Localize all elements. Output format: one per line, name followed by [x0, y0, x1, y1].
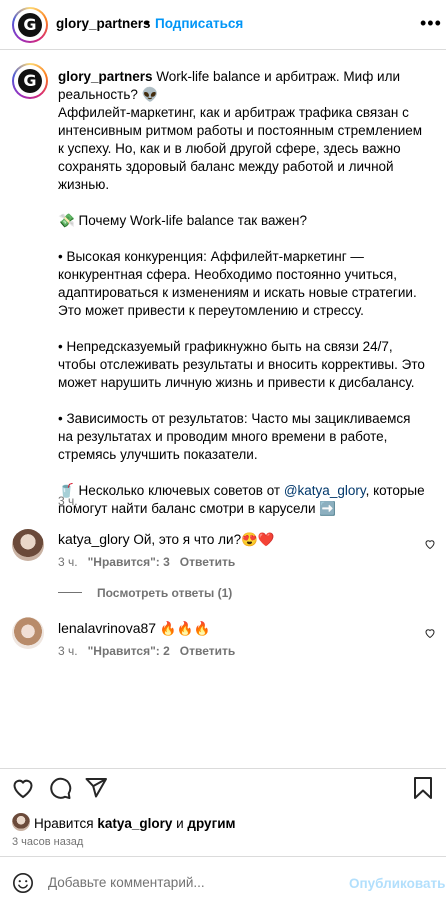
caption-avatar[interactable]: G — [12, 63, 48, 99]
comment-like-icon[interactable] — [424, 538, 436, 550]
actions-divider — [0, 768, 446, 769]
posted-time: 3 часов назад — [12, 836, 84, 848]
comment-meta: 3 ч. "Нравится": 2 Ответить — [58, 644, 245, 658]
commenter-avatar[interactable] — [10, 527, 46, 563]
comment-text: Ой, это я что ли?😍❤️ — [129, 532, 275, 547]
comment-text: 🔥🔥🔥 — [156, 621, 211, 636]
post-header: G glory_partners • Подписаться ••• — [0, 0, 446, 50]
bookmark-icon[interactable] — [411, 776, 435, 800]
glory-logo-icon: G — [18, 13, 42, 37]
more-icon[interactable]: ••• — [420, 14, 442, 32]
caption-time: 3 ч. — [58, 494, 78, 508]
author-avatar[interactable]: G — [12, 7, 48, 43]
follow-button[interactable]: Подписаться — [155, 16, 243, 31]
comment-time: 3 ч. — [58, 644, 78, 658]
post-caption: glory_partners Work-life balance и арбит… — [58, 68, 428, 518]
caption-mention[interactable]: @katya_glory — [284, 483, 366, 498]
likes-user[interactable]: katya_glory — [97, 816, 172, 831]
comment-meta: 3 ч. "Нравится": 3 Ответить — [58, 555, 245, 569]
comment-item: katya_glory Ой, это я что ли?😍❤️ — [58, 531, 275, 548]
likes-middle: и — [172, 816, 188, 831]
reply-button[interactable]: Ответить — [180, 644, 235, 658]
replies-divider — [58, 592, 82, 593]
header-separator: • — [145, 15, 150, 30]
comment-likes-count[interactable]: "Нравится": 3 — [88, 555, 170, 569]
heart-icon[interactable] — [11, 776, 35, 800]
likes-prefix: Нравится — [34, 816, 98, 831]
comment-box-divider — [0, 856, 446, 857]
comment-username[interactable]: lenalavrinova87 — [58, 620, 156, 636]
comment-icon[interactable] — [48, 776, 72, 800]
comment-input[interactable] — [48, 875, 328, 890]
comment-username[interactable]: katya_glory — [58, 531, 130, 547]
emoji-icon[interactable] — [12, 872, 34, 894]
publish-button[interactable]: Опубликовать — [349, 876, 445, 891]
comment-like-icon[interactable] — [424, 627, 436, 639]
reply-button[interactable]: Ответить — [180, 555, 235, 569]
caption-body: Аффилейт-маркетинг, как и арбитраж трафи… — [58, 105, 425, 498]
likes-others[interactable]: другим — [187, 816, 235, 831]
header-username[interactable]: glory_partners — [56, 16, 151, 31]
caption-username[interactable]: glory_partners — [58, 69, 153, 84]
comment-time: 3 ч. — [58, 555, 78, 569]
commenter-avatar[interactable] — [10, 615, 46, 651]
view-replies-button[interactable]: Посмотреть ответы (1) — [97, 586, 232, 600]
share-icon[interactable] — [84, 776, 108, 800]
likes-summary[interactable]: Нравится katya_glory и другим — [34, 816, 235, 831]
glory-logo-icon: G — [18, 69, 42, 93]
comment-item: lenalavrinova87 🔥🔥🔥 — [58, 620, 210, 637]
liker-avatar — [12, 813, 30, 831]
comment-likes-count[interactable]: "Нравится": 2 — [88, 644, 170, 658]
